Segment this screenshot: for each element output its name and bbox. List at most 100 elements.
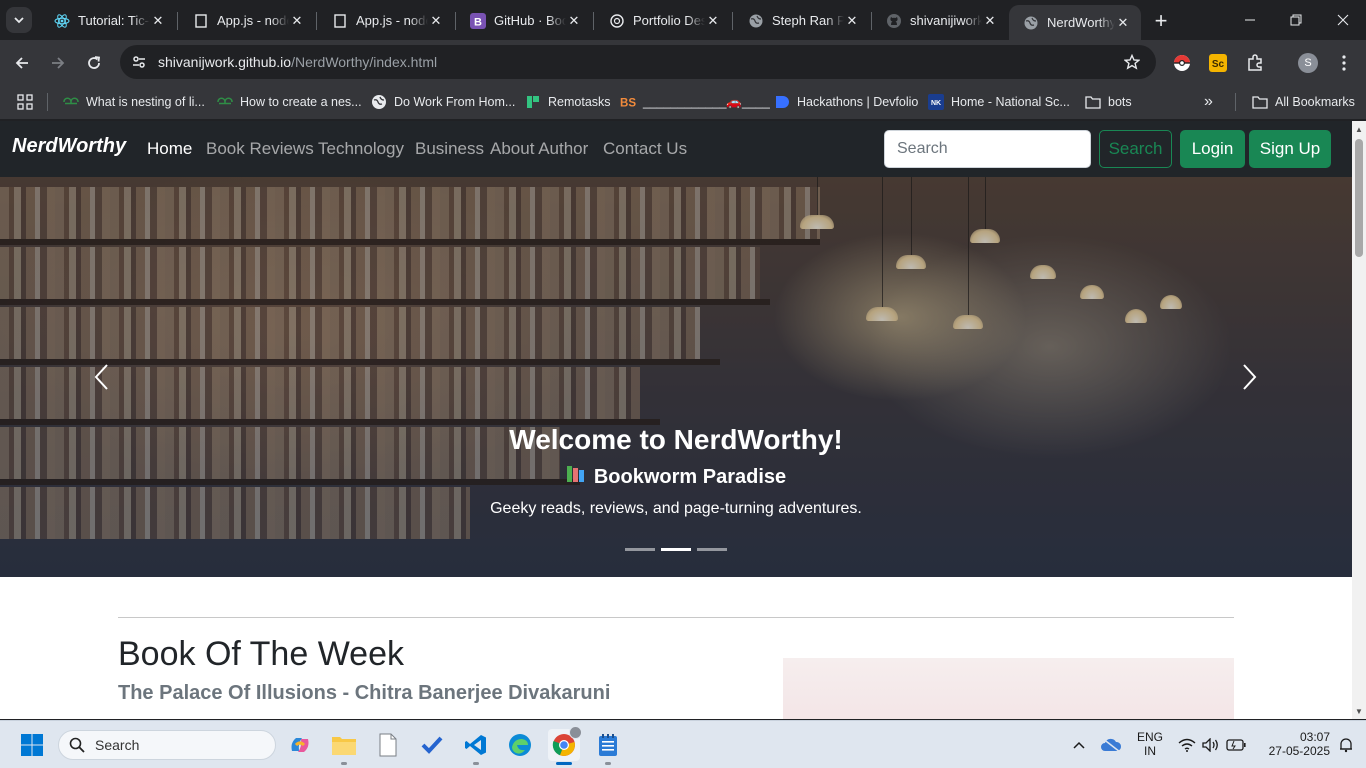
- nav-about-author[interactable]: About Author: [490, 139, 588, 159]
- bookmark-item[interactable]: How to create a nes...: [217, 91, 362, 113]
- pokeball-extension-icon[interactable]: [1167, 48, 1197, 78]
- tab-close-icon[interactable]: ✕: [705, 13, 721, 29]
- tab-close-icon[interactable]: ✕: [428, 13, 444, 29]
- bookmark-item[interactable]: Hackathons | Devfolio: [774, 91, 918, 113]
- chevron-right-icon: [1243, 364, 1257, 390]
- carousel-indicator-2[interactable]: [661, 548, 691, 551]
- site-brand[interactable]: NerdWorthy: [12, 135, 126, 158]
- page-scrollbar[interactable]: ▲ ▼: [1352, 121, 1366, 719]
- globe-icon: [371, 94, 387, 110]
- battery-icon[interactable]: [1224, 729, 1248, 761]
- chrome-profile-badge: [569, 726, 582, 739]
- running-indicator: [473, 762, 479, 765]
- extensions-icon[interactable]: [1240, 48, 1270, 78]
- minimize-button[interactable]: [1227, 0, 1273, 40]
- clock[interactable]: 03:07 27-05-2025: [1254, 730, 1330, 758]
- sc-extension-icon[interactable]: Sc: [1203, 48, 1233, 78]
- wifi-icon[interactable]: [1176, 729, 1198, 761]
- arrow-left-icon: [15, 57, 28, 69]
- bookmark-star-icon[interactable]: [1118, 48, 1146, 76]
- bookmark-item[interactable]: Remotasks: [525, 91, 611, 113]
- site-search-input[interactable]: [884, 130, 1091, 168]
- bookmark-item[interactable]: NK Home - National Sc...: [928, 91, 1070, 113]
- address-bar[interactable]: shivanijwork.github.io/NerdWorthy/index.…: [120, 45, 1156, 79]
- scroll-up-icon[interactable]: ▲: [1354, 124, 1364, 134]
- browser-tab[interactable]: B GitHub · Bootstrap ✕: [456, 5, 592, 36]
- carousel-indicator-3[interactable]: [697, 548, 727, 551]
- bookmark-label: How to create a nes...: [240, 95, 362, 109]
- browser-menu-icon[interactable]: [1329, 48, 1359, 78]
- tab-close-icon[interactable]: ✕: [982, 13, 998, 29]
- browser-tab[interactable]: Portfolio Design ✕: [595, 5, 731, 36]
- browser-tab[interactable]: App.js - node ✕: [318, 5, 454, 36]
- volume-icon[interactable]: [1200, 729, 1222, 761]
- browser-tab-active[interactable]: NerdWorthy ✕: [1009, 5, 1141, 40]
- nav-home[interactable]: Home: [147, 139, 192, 159]
- scroll-down-icon[interactable]: ▼: [1354, 706, 1364, 716]
- browser-tab[interactable]: Tutorial: Tic-Tac-Toe ✕: [40, 5, 176, 36]
- site-search-button[interactable]: Search: [1099, 130, 1172, 168]
- bookmark-folder[interactable]: bots: [1085, 91, 1132, 113]
- edge-icon[interactable]: [504, 729, 536, 761]
- notepad-file-icon[interactable]: [372, 729, 404, 761]
- browser-tab[interactable]: Steph Ran Portfolio ✕: [734, 5, 870, 36]
- vscode-icon[interactable]: [460, 729, 492, 761]
- tab-divider: [732, 12, 733, 30]
- book-of-week-subtitle: The Palace Of Illusions - Chitra Banerje…: [118, 682, 611, 704]
- start-button[interactable]: [16, 729, 48, 761]
- books-icon: [566, 465, 586, 489]
- tab-close-icon[interactable]: ✕: [844, 13, 860, 29]
- back-button[interactable]: [7, 48, 37, 78]
- apps-grid-icon[interactable]: [17, 91, 33, 113]
- carousel-indicator-1[interactable]: [625, 548, 655, 551]
- openai-icon: [609, 13, 625, 29]
- nav-book-reviews[interactable]: Book Reviews: [206, 139, 314, 159]
- taskbar-search[interactable]: Search: [58, 730, 276, 760]
- profile-avatar[interactable]: S: [1293, 48, 1323, 78]
- new-tab-button[interactable]: +: [1148, 8, 1174, 34]
- forward-button[interactable]: [43, 48, 73, 78]
- notepad-icon[interactable]: [592, 729, 624, 761]
- browser-tab[interactable]: shivanijiwork ✕: [872, 5, 1008, 36]
- nav-business[interactable]: Business: [415, 139, 484, 159]
- gfg-icon: [63, 94, 79, 110]
- close-window-button[interactable]: [1320, 0, 1366, 40]
- browser-tab[interactable]: App.js - node ✕: [179, 5, 315, 36]
- page-icon: [332, 13, 348, 29]
- carousel-text: Geeky reads, reviews, and page-turning a…: [490, 500, 862, 517]
- bookmark-item[interactable]: What is nesting of li...: [63, 91, 205, 113]
- tab-close-icon[interactable]: ✕: [289, 13, 305, 29]
- bookmark-label: Remotasks: [548, 95, 611, 109]
- reload-button[interactable]: [79, 48, 109, 78]
- scrollbar-thumb[interactable]: [1355, 139, 1363, 257]
- restore-button[interactable]: [1273, 0, 1319, 40]
- tab-search-button[interactable]: [6, 7, 32, 33]
- notification-bell-icon[interactable]: [1334, 729, 1358, 761]
- tab-close-icon[interactable]: ✕: [1115, 15, 1131, 31]
- all-bookmarks-button[interactable]: All Bookmarks: [1252, 91, 1355, 113]
- bookmark-item[interactable]: BS ____________🚗____: [620, 91, 770, 113]
- carousel-prev-button[interactable]: [86, 357, 116, 397]
- carousel-next-button[interactable]: [1235, 357, 1265, 397]
- todo-check-icon[interactable]: [416, 729, 448, 761]
- tab-close-icon[interactable]: ✕: [566, 13, 582, 29]
- tab-close-icon[interactable]: ✕: [150, 13, 166, 29]
- bookmarks-divider: [47, 93, 48, 111]
- nav-contact-us[interactable]: Contact Us: [603, 139, 687, 159]
- signup-button[interactable]: Sign Up: [1249, 130, 1331, 168]
- chevron-up-icon[interactable]: [1065, 729, 1093, 761]
- bookmark-item[interactable]: Do Work From Hom...: [371, 91, 515, 113]
- chrome-icon[interactable]: [548, 726, 582, 761]
- site-info-icon[interactable]: [124, 47, 154, 77]
- carousel-subheading: Bookworm Paradise: [593, 465, 787, 488]
- folder-icon: [1252, 94, 1268, 110]
- svg-text:Sc: Sc: [1212, 59, 1225, 70]
- file-explorer-icon[interactable]: [328, 729, 360, 761]
- onedrive-icon[interactable]: [1097, 729, 1125, 761]
- input-language[interactable]: ENG IN: [1135, 730, 1165, 758]
- copilot-icon[interactable]: [284, 729, 316, 761]
- nav-technology[interactable]: Technology: [318, 139, 404, 159]
- login-button[interactable]: Login: [1180, 130, 1245, 168]
- clock-time: 03:07: [1299, 730, 1330, 744]
- bookmarks-overflow-button[interactable]: »: [1204, 91, 1213, 113]
